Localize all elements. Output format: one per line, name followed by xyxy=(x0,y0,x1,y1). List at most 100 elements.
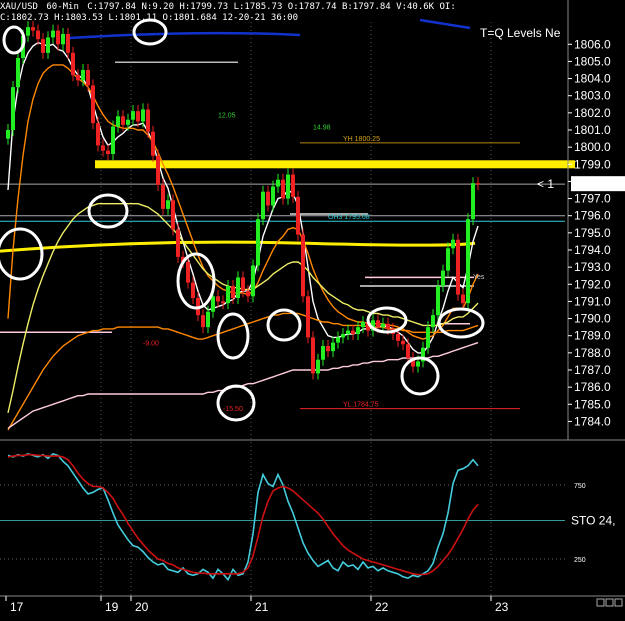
candle-body xyxy=(31,27,35,31)
annotation-label: YL 1784.75 xyxy=(343,402,379,409)
candle-body xyxy=(216,296,220,302)
candle-body xyxy=(151,131,155,156)
candle-body xyxy=(356,327,360,334)
candle-body xyxy=(321,346,325,360)
candle-body xyxy=(231,286,235,298)
candle-body xyxy=(96,123,100,146)
candle-body xyxy=(86,70,90,86)
candle-body xyxy=(331,342,335,352)
candle-body xyxy=(106,150,110,154)
candle-body xyxy=(76,75,80,81)
zoom-in-button[interactable] xyxy=(605,598,614,607)
candle-body xyxy=(336,337,340,343)
price-tick-label: 1784.0 xyxy=(574,414,611,428)
candle-body xyxy=(396,334,400,341)
candle-body xyxy=(416,361,420,367)
candle-body xyxy=(166,200,170,209)
time-tick-label: 19 xyxy=(105,600,119,614)
price-tick-label: 1789.0 xyxy=(574,329,611,343)
candle-body xyxy=(436,286,440,316)
candle-body xyxy=(211,296,215,312)
candle-body xyxy=(446,248,450,271)
candle-body xyxy=(26,27,30,36)
candle-body xyxy=(401,340,405,345)
candle-body xyxy=(471,183,475,220)
scroll-button[interactable] xyxy=(614,598,623,607)
candle-body xyxy=(451,239,455,249)
time-tick-label: 17 xyxy=(10,600,24,614)
candle-body xyxy=(296,196,300,235)
candle-body xyxy=(271,186,275,206)
price-tick-label: 1792.0 xyxy=(574,277,611,291)
candle-body xyxy=(306,296,310,338)
candle-body xyxy=(81,70,85,81)
candle-body xyxy=(346,330,350,334)
annotation-label: -9.00 xyxy=(143,341,159,348)
price-tick-label: 1788.0 xyxy=(574,346,611,360)
candle-body xyxy=(266,191,270,206)
candle-body xyxy=(156,155,160,185)
candle-body xyxy=(291,174,295,197)
current-price-marker: < 1 xyxy=(537,177,554,191)
candle-body xyxy=(6,130,10,139)
candle-body xyxy=(246,291,250,297)
candle-body xyxy=(71,52,75,76)
price-tick-label: 1799.0 xyxy=(574,157,611,171)
price-tick-label: 1800.0 xyxy=(574,140,611,154)
candle-body xyxy=(91,85,95,124)
candle-body xyxy=(386,323,390,329)
price-tick-label: 1804.0 xyxy=(574,72,611,86)
candle-body xyxy=(186,262,190,283)
candle-body xyxy=(301,234,305,297)
candle-body xyxy=(341,334,345,338)
candle-body xyxy=(431,315,435,328)
price-tick-label: 1790.0 xyxy=(574,312,611,326)
candle-body xyxy=(221,301,225,304)
price-tick-label: 1786.0 xyxy=(574,380,611,394)
candle-body xyxy=(131,111,135,120)
price-tick-label: 1802.0 xyxy=(574,106,611,120)
candle-body xyxy=(36,30,40,40)
price-tick-label: 1806.0 xyxy=(574,37,611,51)
candle-body xyxy=(201,315,205,328)
candle-body xyxy=(171,200,175,230)
candle-body xyxy=(376,320,380,328)
current-price-label: 1797.84 xyxy=(574,177,618,191)
candle-body xyxy=(316,359,320,374)
candle-body xyxy=(121,116,125,125)
annotation-label: 12.05 xyxy=(218,113,236,120)
price-tick-label: 1797.0 xyxy=(574,192,611,206)
price-tick-label: 1793.0 xyxy=(574,260,611,274)
annotation-label: YH 1800.25 xyxy=(343,136,380,143)
candle-body xyxy=(461,294,465,304)
stoch-tick-label: 750 xyxy=(574,483,586,490)
candle-body xyxy=(236,277,240,298)
candle-body xyxy=(466,219,470,304)
candle-body xyxy=(191,282,195,298)
candle-body xyxy=(281,179,285,199)
zoom-out-button[interactable] xyxy=(596,598,605,607)
candle-body xyxy=(226,286,230,304)
stoch-title: STO 24, xyxy=(571,514,615,528)
candle-body xyxy=(261,191,265,220)
candle-body xyxy=(381,323,385,328)
candle-body xyxy=(256,219,260,266)
candle-body xyxy=(51,30,55,38)
candle-body xyxy=(46,37,50,53)
stoch-tick-label: 250 xyxy=(574,557,586,564)
annotation-label: OH3 1795.68 xyxy=(328,214,370,221)
price-tick-label: 1791.0 xyxy=(574,294,611,308)
time-tick-label: 23 xyxy=(495,600,509,614)
price-tick-label: 1785.0 xyxy=(574,397,611,411)
candle-body xyxy=(66,34,70,53)
candle-body xyxy=(136,111,140,122)
candle-body xyxy=(126,119,130,125)
candle-body xyxy=(56,30,60,45)
time-tick-label: 20 xyxy=(135,600,149,614)
yellow-level-band xyxy=(95,160,575,169)
price-tick-label: 1795.0 xyxy=(574,226,611,240)
candle-body xyxy=(176,229,180,257)
candle-body xyxy=(61,34,65,45)
candle-body xyxy=(476,183,480,185)
price-tick-label: 1801.0 xyxy=(574,123,611,137)
